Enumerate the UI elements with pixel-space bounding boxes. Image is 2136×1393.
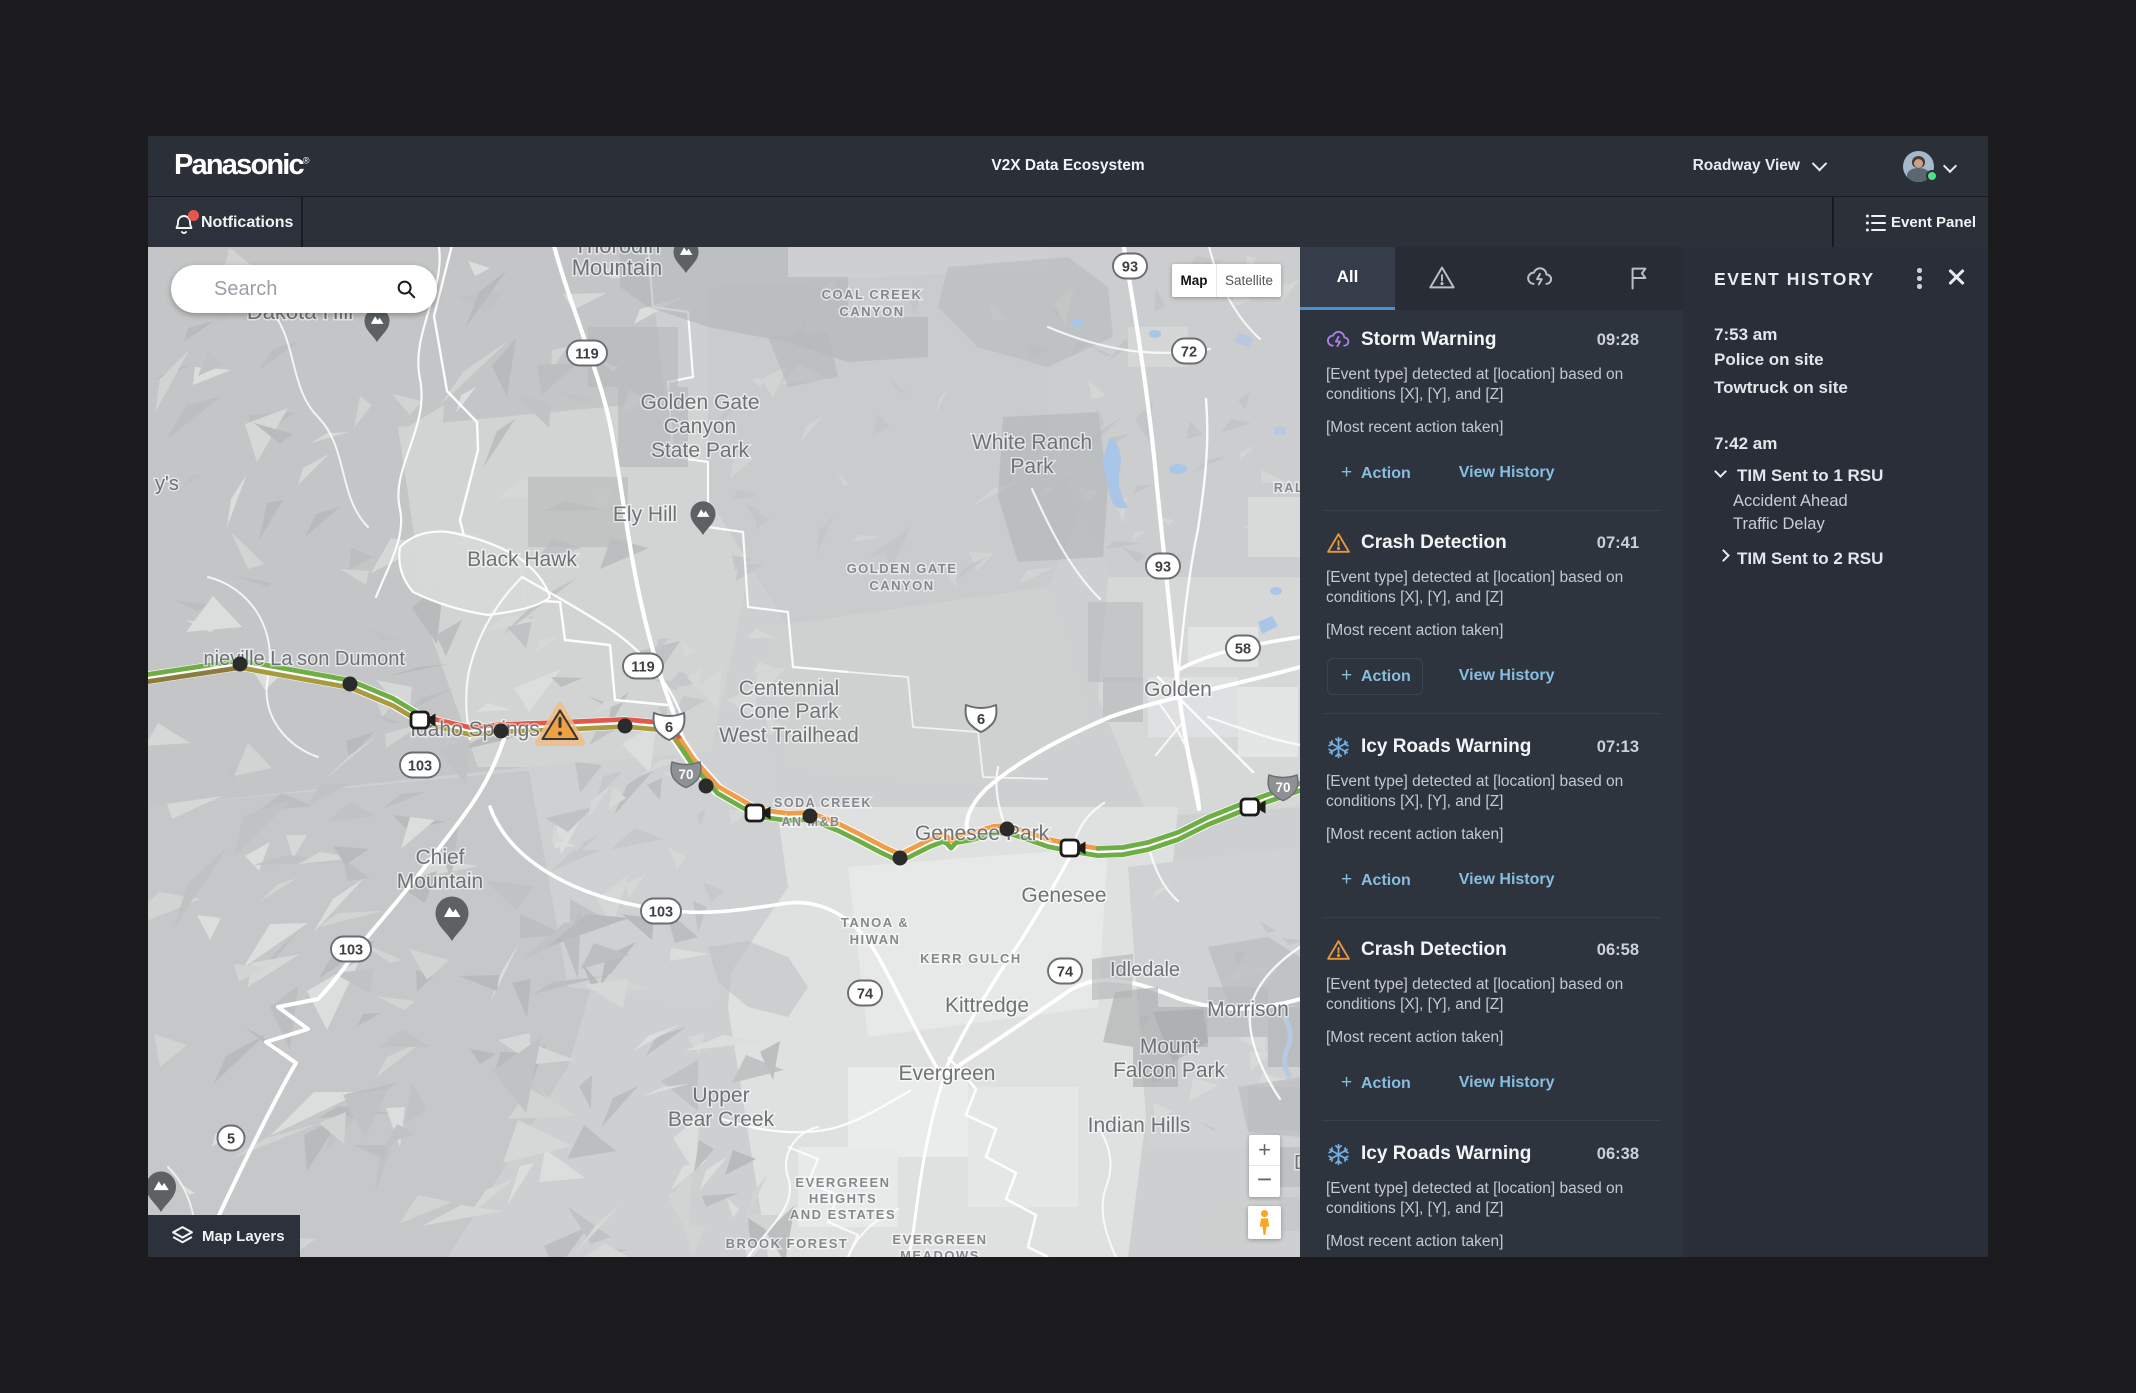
svg-text:COAL CREEK: COAL CREEK [822, 287, 923, 302]
svg-text:Genesee: Genesee [1021, 884, 1106, 907]
svg-text:Upper: Upper [692, 1084, 749, 1107]
svg-text:Indian Hills: Indian Hills [1088, 1114, 1191, 1137]
svg-text:72: 72 [1181, 345, 1197, 361]
svg-text:Cone Park: Cone Park [739, 700, 839, 723]
svg-text:Mountain: Mountain [572, 255, 663, 280]
svg-text:RAL: RAL [1274, 481, 1300, 495]
svg-text:Canyon: Canyon [664, 415, 736, 438]
svg-text:Centennial: Centennial [739, 677, 839, 700]
svg-text:93: 93 [1122, 260, 1138, 276]
svg-text:Mountain: Mountain [397, 870, 483, 893]
svg-text:CANYON: CANYON [839, 304, 904, 319]
svg-text:6: 6 [665, 719, 673, 736]
svg-text:74: 74 [857, 987, 873, 1003]
svg-text:Idledale: Idledale [1110, 959, 1180, 981]
svg-text:119: 119 [631, 660, 654, 676]
svg-text:KERR GULCH: KERR GULCH [920, 951, 1022, 966]
svg-text:Mount: Mount [1140, 1035, 1199, 1058]
svg-text:Evergreen: Evergreen [899, 1062, 996, 1085]
svg-text:119: 119 [575, 347, 598, 363]
svg-text:Morrison: Morrison [1207, 998, 1289, 1021]
svg-text:103: 103 [339, 943, 363, 959]
svg-text:74: 74 [1057, 965, 1073, 981]
svg-text:70: 70 [678, 767, 693, 782]
svg-text:EVERGREEN: EVERGREEN [892, 1232, 987, 1247]
svg-text:103: 103 [408, 759, 432, 775]
svg-text:CANYON: CANYON [869, 578, 934, 593]
svg-text:103: 103 [649, 905, 673, 921]
svg-text:Bear Creek: Bear Creek [668, 1108, 775, 1131]
svg-text:State Park: State Park [651, 439, 750, 462]
svg-text:Park: Park [1010, 455, 1054, 478]
svg-text:TANOA &: TANOA & [841, 915, 909, 930]
svg-text:MEADOWS: MEADOWS [900, 1248, 980, 1257]
svg-text:Golden Gate: Golden Gate [640, 391, 759, 414]
svg-text:y's: y's [155, 473, 179, 495]
svg-text:Golden: Golden [1144, 678, 1212, 701]
svg-text:Chief: Chief [415, 846, 464, 869]
svg-text:BROOK FOREST: BROOK FOREST [726, 1236, 849, 1251]
svg-text:son Dumont: son Dumont [297, 648, 405, 670]
svg-text:70: 70 [1275, 780, 1290, 795]
svg-text:AND ESTATES: AND ESTATES [790, 1207, 896, 1222]
svg-text:Falcon Park: Falcon Park [1113, 1059, 1226, 1082]
svg-text:Black Hawk: Black Hawk [467, 548, 577, 571]
svg-text:Ely Hill: Ely Hill [613, 503, 677, 526]
svg-text:GOLDEN GATE: GOLDEN GATE [847, 561, 958, 576]
svg-text:SODA CREEK: SODA CREEK [774, 796, 872, 810]
svg-text:93: 93 [1155, 560, 1171, 576]
svg-text:HIWAN: HIWAN [850, 932, 901, 947]
svg-text:58: 58 [1235, 642, 1251, 658]
svg-text:5: 5 [227, 1132, 235, 1148]
svg-text:Kittredge: Kittredge [945, 994, 1029, 1017]
svg-text:West Trailhead: West Trailhead [719, 724, 859, 747]
svg-text:nieville La: nieville La [204, 648, 294, 670]
svg-text:HEIGHTS: HEIGHTS [809, 1191, 877, 1206]
svg-text:6: 6 [977, 711, 985, 728]
svg-text:White Ranch: White Ranch [972, 431, 1092, 454]
svg-text:EVERGREEN: EVERGREEN [795, 1175, 890, 1190]
svg-text:Genesee Park: Genesee Park [915, 822, 1050, 845]
